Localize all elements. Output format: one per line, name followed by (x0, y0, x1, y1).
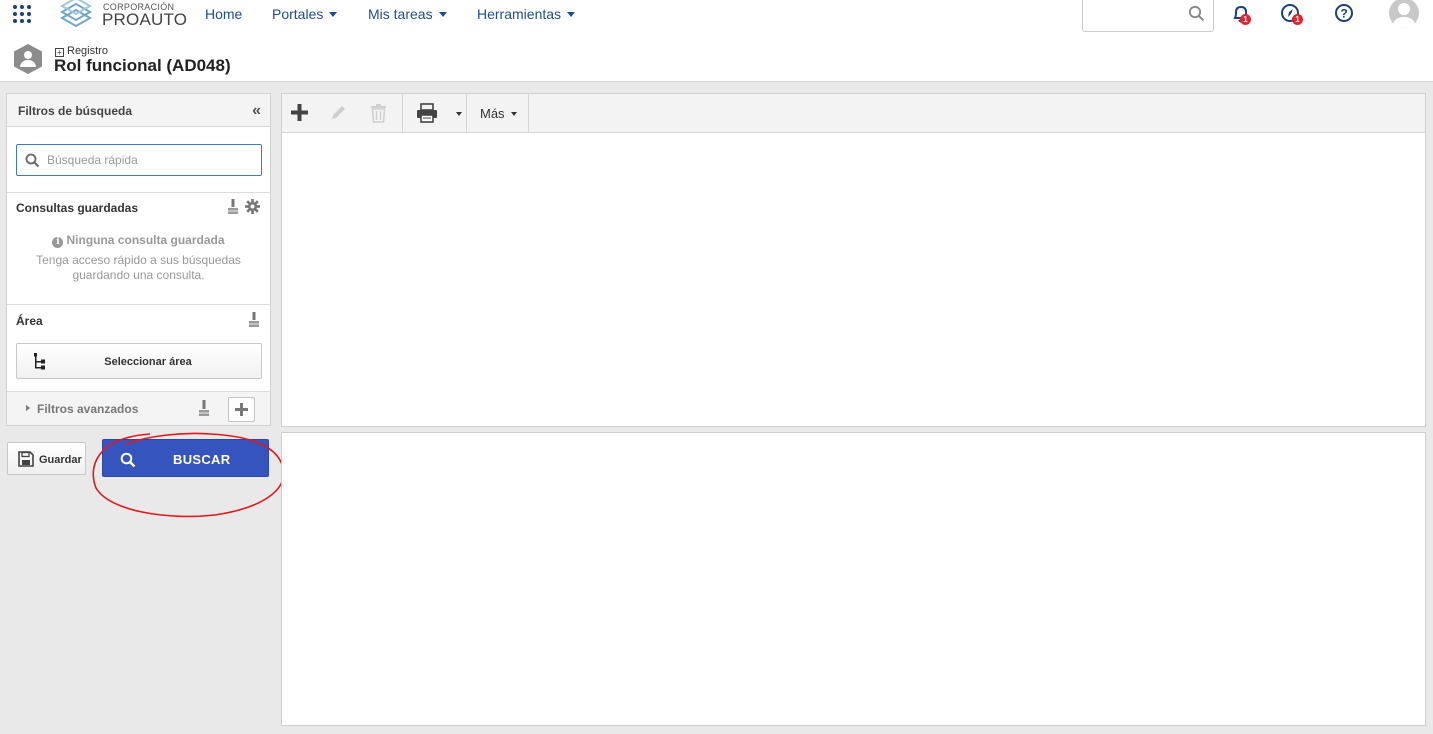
advanced-filters-row[interactable]: Filtros avanzados (7, 391, 270, 425)
add-filter-button[interactable] (228, 397, 255, 422)
nav-portales-label: Portales (272, 6, 324, 22)
print-icon[interactable] (416, 103, 438, 123)
nav-herramientas[interactable]: Herramientas (477, 6, 576, 22)
toolbar-divider (466, 94, 467, 133)
save-query-label: Guardar (39, 454, 82, 466)
area-label: Área (16, 314, 43, 328)
gear-icon[interactable] (245, 199, 260, 214)
nav-portales[interactable]: Portales (272, 6, 338, 22)
results-grid-panel: Más (281, 93, 1426, 427)
delete-icon[interactable] (369, 103, 388, 123)
info-icon: i (52, 237, 64, 248)
detail-panel (281, 432, 1426, 726)
chevron-down-icon[interactable] (456, 112, 462, 116)
global-search-input[interactable] (1089, 1, 1185, 29)
tasks-badge: 1 (1292, 14, 1303, 25)
chevron-down-icon (567, 12, 576, 17)
collapse-panel-icon[interactable]: « (252, 102, 261, 120)
logo-mark-icon (59, 0, 93, 28)
grid-toolbar: Más (282, 94, 1425, 133)
search-icon (120, 452, 136, 468)
toolbar-divider (528, 94, 529, 133)
search-filters-panel: Filtros de búsqueda « Consultas guardada… (6, 93, 271, 426)
add-icon[interactable] (290, 103, 309, 122)
search-icon (25, 153, 40, 168)
chevron-down-icon (329, 12, 338, 17)
user-avatar[interactable] (1389, 0, 1419, 28)
quick-search-input[interactable] (45, 151, 245, 169)
save-query-button[interactable]: Guardar (7, 442, 86, 475)
filters-header: Filtros de búsqueda « (7, 94, 270, 127)
nav-mis-tareas[interactable]: Mis tareas (368, 6, 447, 22)
caret-right-icon (26, 405, 30, 411)
global-search (1082, 0, 1214, 32)
filters-title: Filtros de búsqueda (18, 104, 133, 118)
page-title: Rol funcional (AD048) (54, 56, 231, 75)
help-icon: ? (1335, 4, 1353, 22)
apps-grid-icon[interactable] (13, 5, 31, 23)
clear-filter-icon[interactable] (226, 199, 240, 215)
saved-queries-empty-desc: Tenga acceso rápido a sus búsquedas guar… (36, 253, 241, 282)
search-button-label: BUSCAR (173, 452, 231, 467)
divider (7, 192, 270, 193)
role-hexagon-icon (14, 44, 42, 74)
nav-home[interactable]: Home (205, 6, 242, 22)
top-navbar: CORPORACIÓN PROAUTO Home Portales Mis ta… (0, 0, 1433, 34)
edit-icon[interactable] (329, 103, 348, 122)
notifications-button[interactable]: 1 (1230, 3, 1252, 25)
select-area-label: Seleccionar área (104, 356, 192, 368)
search-button[interactable]: BUSCAR (102, 439, 269, 477)
chevron-down-icon (438, 12, 447, 17)
svg-text:?: ? (1340, 7, 1347, 21)
clear-filter-icon[interactable] (197, 400, 211, 417)
search-icon[interactable] (1188, 5, 1205, 22)
tasks-button[interactable]: 1 (1280, 3, 1303, 25)
toolbar-divider (402, 94, 403, 133)
more-menu-label: Más (480, 106, 505, 121)
plus-icon (235, 403, 248, 416)
nav-home-label: Home (205, 6, 243, 22)
nav-herramientas-label: Herramientas (477, 6, 562, 22)
saved-queries-empty-title: i Ninguna consulta guardada (7, 233, 270, 248)
logo-line-2: PROAUTO (102, 10, 188, 29)
floppy-disk-icon (18, 451, 34, 467)
clear-filter-icon[interactable] (247, 312, 261, 328)
saved-queries-label: Consultas guardadas (16, 201, 139, 215)
select-area-button[interactable]: Seleccionar área (16, 343, 262, 379)
saved-queries-empty-label: Ninguna consulta guardada (66, 233, 225, 247)
divider (7, 304, 270, 305)
nav-mis-tareas-label: Mis tareas (368, 6, 433, 22)
company-logo[interactable]: CORPORACIÓN PROAUTO (59, 0, 189, 32)
notifications-badge: 1 (1240, 14, 1251, 25)
advanced-filters-label: Filtros avanzados (37, 402, 139, 416)
chevron-down-icon (510, 112, 517, 116)
page-header: + Registro Rol funcional (AD048) (0, 34, 1433, 82)
help-button[interactable]: ? (1333, 3, 1355, 25)
more-menu-button[interactable]: Más (480, 106, 517, 121)
user-icon (1392, 3, 1416, 28)
quick-search-field (16, 144, 262, 176)
